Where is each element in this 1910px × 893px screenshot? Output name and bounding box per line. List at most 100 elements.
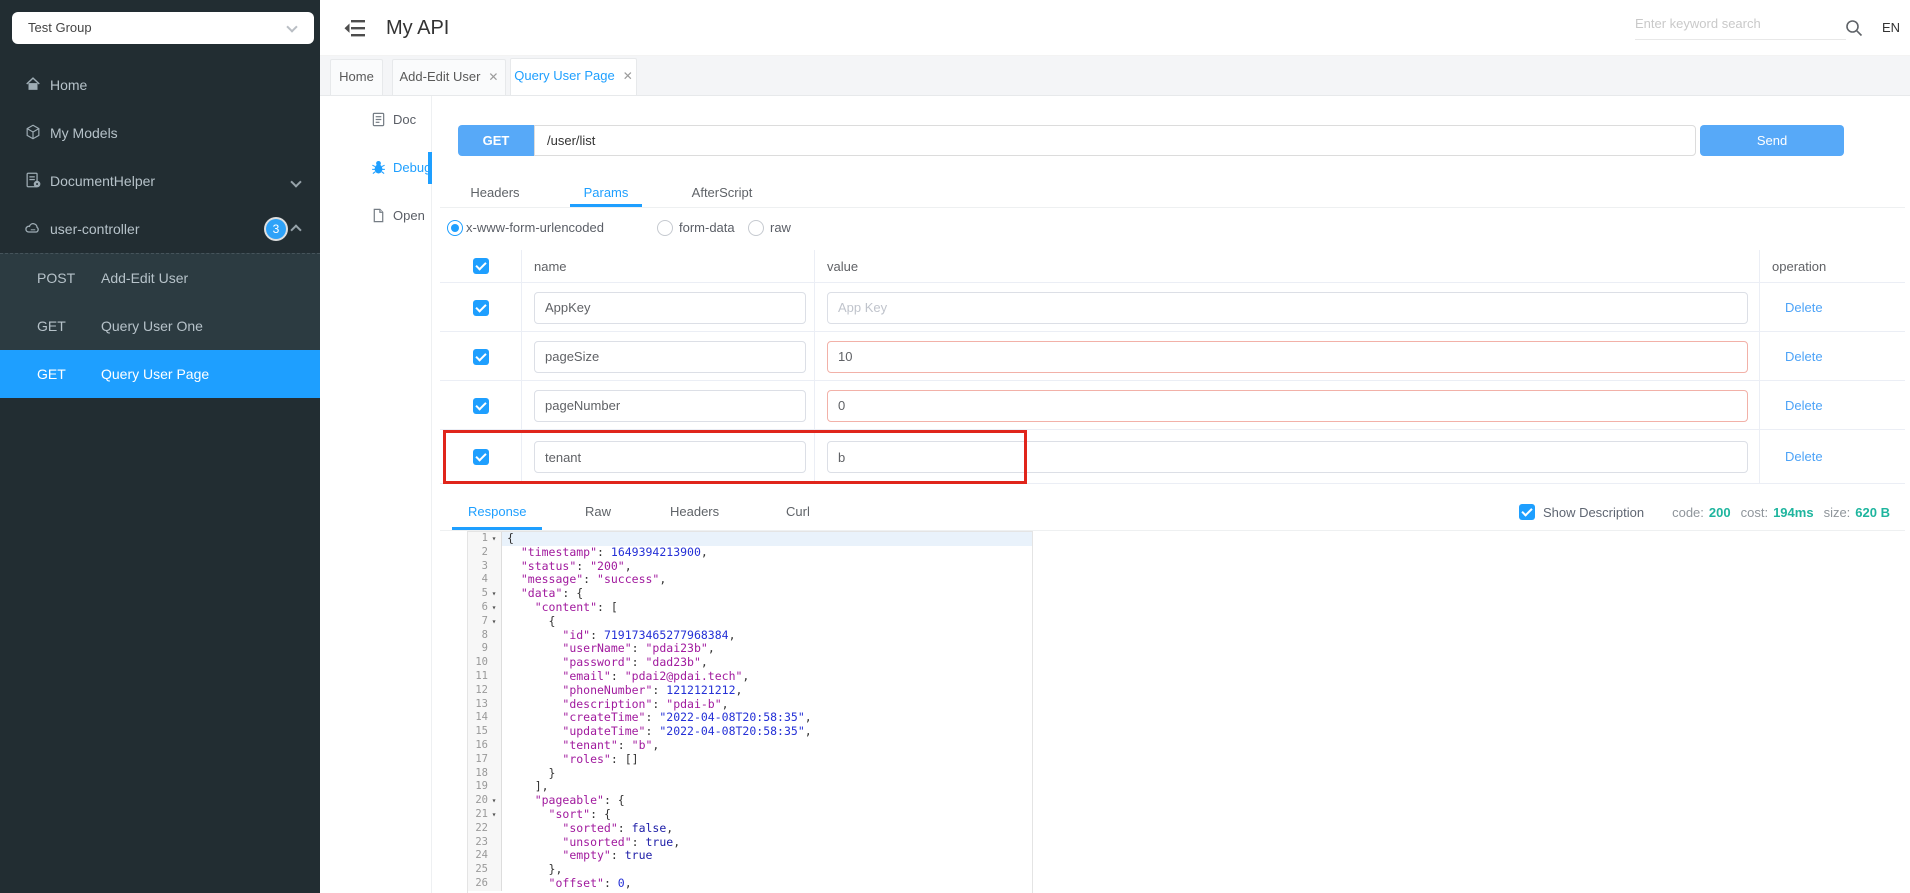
fold-arrow-icon[interactable]: ▾ bbox=[488, 601, 500, 615]
http-method-button[interactable]: GET bbox=[458, 125, 534, 156]
param-value-input[interactable] bbox=[827, 390, 1748, 422]
search-input[interactable] bbox=[1635, 8, 1846, 40]
send-button[interactable]: Send bbox=[1700, 125, 1844, 156]
fold-arrow-icon[interactable]: ▾ bbox=[488, 587, 500, 601]
fold-spacer bbox=[488, 698, 500, 712]
nav-item-debug[interactable]: Debug bbox=[320, 144, 431, 192]
api-item-add-edit-user[interactable]: POSTAdd-Edit User bbox=[0, 254, 320, 302]
radio-form-data[interactable] bbox=[657, 220, 673, 236]
api-item-query-user-page[interactable]: GETQuery User Page bbox=[0, 350, 320, 398]
code-text: "offset": 0, bbox=[502, 877, 1032, 891]
open-file-icon bbox=[371, 208, 387, 224]
page-tabbar: HomeAdd-Edit User✕Query User Page✕ bbox=[320, 56, 1910, 96]
sidebar-item-documenthelper[interactable]: DocumentHelper bbox=[0, 157, 320, 205]
tab-query-user-page[interactable]: Query User Page✕ bbox=[510, 58, 637, 95]
sidebar-item-label: DocumentHelper bbox=[50, 157, 155, 205]
param-name-input[interactable] bbox=[534, 341, 806, 373]
response-tab-curl[interactable]: Curl bbox=[786, 497, 810, 527]
api-item-query-user-one[interactable]: GETQuery User One bbox=[0, 302, 320, 350]
close-icon[interactable]: ✕ bbox=[623, 69, 633, 83]
token: "phoneNumber" bbox=[562, 683, 652, 697]
token: , bbox=[805, 724, 812, 738]
row-checkbox[interactable] bbox=[473, 398, 489, 414]
code-line-9: 9 "userName": "pdai23b", bbox=[468, 642, 1032, 656]
token: "id" bbox=[562, 628, 590, 642]
token: : bbox=[576, 559, 590, 573]
radio-x-www-form-urlencoded[interactable] bbox=[447, 220, 463, 236]
row-checkbox[interactable] bbox=[473, 349, 489, 365]
meta-label: code: bbox=[1672, 505, 1704, 520]
fold-spacer bbox=[488, 629, 500, 643]
code-line-25: 25 }, bbox=[468, 863, 1032, 877]
delete-link[interactable]: Delete bbox=[1785, 441, 1823, 473]
sidebar-item-label: user-controller bbox=[50, 205, 139, 253]
fold-arrow-icon[interactable]: ▾ bbox=[488, 794, 500, 808]
request-url-input[interactable] bbox=[534, 125, 1696, 156]
tab-home[interactable]: Home bbox=[330, 59, 383, 95]
delete-link[interactable]: Delete bbox=[1785, 292, 1823, 324]
sidebar-item-home[interactable]: Home bbox=[0, 61, 320, 109]
group-select[interactable]: Test Group bbox=[12, 12, 314, 44]
token: "userName" bbox=[562, 641, 631, 655]
param-value-input[interactable] bbox=[827, 341, 1748, 373]
param-name-input[interactable] bbox=[534, 390, 806, 422]
http-method-label: GET bbox=[37, 350, 66, 398]
param-row-tenant: Delete bbox=[440, 430, 1905, 484]
delete-link[interactable]: Delete bbox=[1785, 390, 1823, 422]
request-tab-afterscript[interactable]: AfterScript bbox=[662, 178, 782, 207]
code-line-7: 7▾ { bbox=[468, 615, 1032, 629]
select-all-checkbox[interactable] bbox=[473, 258, 489, 274]
show-description-checkbox[interactable] bbox=[1519, 504, 1535, 520]
fold-spacer bbox=[488, 849, 500, 863]
radio-raw[interactable] bbox=[748, 220, 764, 236]
token: "status" bbox=[521, 559, 576, 573]
code-text: { bbox=[502, 615, 1032, 629]
fold-arrow-icon[interactable]: ▾ bbox=[488, 615, 500, 629]
language-switch[interactable]: EN bbox=[1882, 0, 1900, 56]
line-number: 25 bbox=[468, 863, 488, 877]
sidebar-collapse-icon[interactable] bbox=[344, 18, 366, 38]
nav-item-open[interactable]: Open bbox=[320, 192, 431, 240]
token: , bbox=[625, 876, 632, 890]
row-checkbox[interactable] bbox=[473, 300, 489, 316]
token: , bbox=[708, 641, 715, 655]
nav-item-doc[interactable]: Doc bbox=[320, 96, 431, 144]
document-gear-icon bbox=[24, 171, 44, 191]
col-operation: operation bbox=[1760, 250, 1905, 282]
code-text: "email": "pdai2@pdai.tech", bbox=[502, 670, 1032, 684]
line-number: 2 bbox=[468, 546, 488, 560]
sidebar-item-user-controller[interactable]: user-controller3 bbox=[0, 205, 320, 253]
gutter: 1▾ bbox=[468, 532, 502, 546]
page-title: My API bbox=[386, 0, 449, 56]
response-tab-response[interactable]: Response bbox=[468, 497, 527, 527]
token: "createTime" bbox=[562, 710, 645, 724]
token: "2022-04-08T20:58:35" bbox=[659, 724, 804, 738]
response-json-editor[interactable]: 1▾{2 "timestamp": 1649394213900,3 "statu… bbox=[467, 531, 1033, 893]
meta-label: cost: bbox=[1741, 505, 1768, 520]
code-line-5: 5▾ "data": { bbox=[468, 587, 1032, 601]
search-icon[interactable] bbox=[1845, 19, 1863, 37]
close-icon[interactable]: ✕ bbox=[488, 70, 498, 84]
request-tab-params[interactable]: Params bbox=[550, 178, 662, 207]
gutter: 12 bbox=[468, 684, 502, 698]
fold-spacer bbox=[488, 767, 500, 781]
row-checkbox[interactable] bbox=[473, 449, 489, 465]
line-number: 17 bbox=[468, 753, 488, 767]
response-tab-headers[interactable]: Headers bbox=[670, 497, 719, 527]
param-name-input[interactable] bbox=[534, 441, 806, 473]
fold-arrow-icon[interactable]: ▾ bbox=[488, 808, 500, 822]
param-name-input[interactable] bbox=[534, 292, 806, 324]
tab-add-edit-user[interactable]: Add-Edit User ✕ bbox=[392, 59, 506, 95]
fold-arrow-icon[interactable]: ▾ bbox=[488, 532, 500, 546]
token: "data" bbox=[521, 586, 563, 600]
response-tab-raw[interactable]: Raw bbox=[585, 497, 611, 527]
request-tab-headers[interactable]: Headers bbox=[440, 178, 550, 207]
tab-label: Add-Edit User bbox=[400, 69, 481, 84]
param-value-input[interactable] bbox=[827, 441, 1748, 473]
fold-spacer bbox=[488, 546, 500, 560]
code-line-22: 22 "sorted": false, bbox=[468, 822, 1032, 836]
param-value-input[interactable] bbox=[827, 292, 1748, 324]
delete-link[interactable]: Delete bbox=[1785, 341, 1823, 373]
token: : bbox=[590, 628, 604, 642]
sidebar-item-my-models[interactable]: My Models bbox=[0, 109, 320, 157]
